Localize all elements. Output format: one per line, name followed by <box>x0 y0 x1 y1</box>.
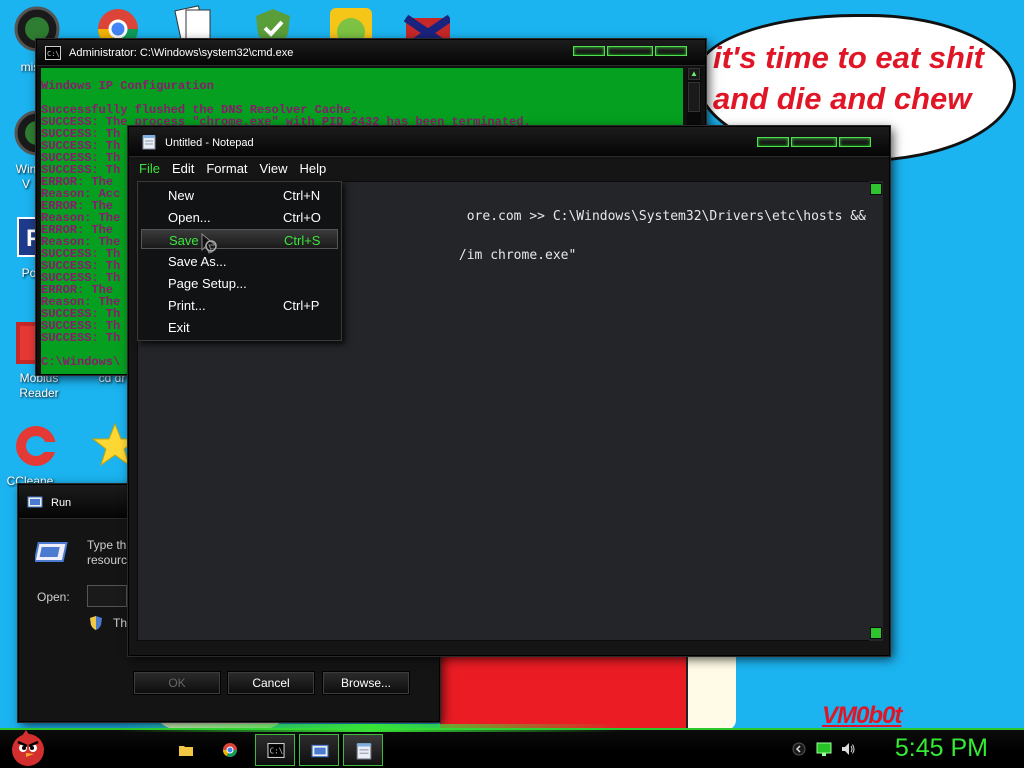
cmd-output-line: Windows IP Configuration <box>41 79 214 93</box>
wallpaper-red-block <box>440 650 690 730</box>
run-open-label: Open: <box>37 590 70 604</box>
chrome-icon <box>223 743 237 757</box>
minimize-button[interactable] <box>757 137 789 147</box>
menu-item-page-setup[interactable]: Page Setup... <box>141 273 338 293</box>
folder-icon <box>179 746 193 756</box>
taskbar-glow <box>120 724 620 732</box>
cmd-title: Administrator: C:\Windows\system32\cmd.e… <box>69 47 294 59</box>
menu-item-exit[interactable]: Exit <box>141 317 338 337</box>
desktop-icon-label: Mobius Reader <box>19 371 59 400</box>
chevron-icon[interactable] <box>792 742 806 756</box>
scroll-up-icon[interactable]: ▲ <box>688 68 700 80</box>
cmd-titlebar[interactable]: C:\ Administrator: C:\Windows\system32\c… <box>37 40 705 66</box>
menu-item-print[interactable]: Print... Ctrl+P <box>141 295 338 315</box>
run-program-icon <box>35 542 68 562</box>
maximize-button[interactable] <box>607 46 653 56</box>
run-prompt-line1: Type th <box>87 538 127 552</box>
taskbar-clock[interactable]: 5:45 PM <box>895 734 988 763</box>
ok-button[interactable]: OK <box>133 671 221 695</box>
notepad-icon <box>142 135 156 150</box>
close-button[interactable] <box>655 46 687 56</box>
taskbar-button-cmd[interactable]: C:\ <box>255 734 295 766</box>
taskbar-button-chrome[interactable] <box>210 734 250 766</box>
cursor-icon <box>201 232 217 254</box>
file-menu-dropdown: New Ctrl+N Open... Ctrl+O Save Ctrl+S Save … <box>137 181 342 341</box>
browse-button[interactable]: Browse... <box>322 671 410 695</box>
taskbar: C:\ 5:45 PM <box>0 724 1024 768</box>
taskbar-button-folder[interactable] <box>166 734 206 766</box>
scroll-thumb[interactable] <box>688 82 700 112</box>
wallpaper-cream-block <box>686 655 736 730</box>
notepad-icon <box>356 743 372 760</box>
minimize-button[interactable] <box>573 46 605 56</box>
run-open-input[interactable] <box>87 585 127 607</box>
wallpaper-signature: VM0b0t <box>822 702 902 729</box>
menu-item-new[interactable]: New Ctrl+N <box>141 185 338 205</box>
svg-text:C:\: C:\ <box>47 50 60 58</box>
run-title: Run <box>51 497 72 509</box>
menu-file[interactable]: File <box>133 159 166 179</box>
scroll-down-icon[interactable] <box>870 627 882 639</box>
menu-edit[interactable]: Edit <box>166 159 200 179</box>
angry-bird-icon[interactable] <box>8 728 48 768</box>
svg-text:C:\: C:\ <box>270 747 284 756</box>
speaker-icon[interactable] <box>840 741 856 757</box>
notepad-title: Untitled - Notepad <box>165 137 254 149</box>
cancel-button[interactable]: Cancel <box>227 671 315 695</box>
menu-item-save[interactable]: Save Ctrl+S <box>141 229 338 249</box>
run-icon <box>311 744 329 758</box>
run-admin-note: Th <box>113 616 128 630</box>
menu-view[interactable]: View <box>254 159 294 179</box>
run-icon <box>27 496 43 508</box>
notepad-menubar: File Edit Format View Help <box>133 159 332 179</box>
ccleaner-icon <box>16 426 58 466</box>
menu-item-save-as[interactable]: Save As... <box>141 251 338 271</box>
scroll-up-icon[interactable] <box>870 183 882 195</box>
menu-item-open[interactable]: Open... Ctrl+O <box>141 207 338 227</box>
taskbar-button-notepad[interactable] <box>343 734 383 766</box>
maximize-button[interactable] <box>791 137 837 147</box>
cmd-icon: C:\ <box>45 46 61 60</box>
monitor-icon[interactable] <box>816 741 832 757</box>
taskbar-button-run[interactable] <box>299 734 339 766</box>
notepad-titlebar[interactable]: Untitled - Notepad <box>129 127 889 157</box>
close-button[interactable] <box>839 137 871 147</box>
menu-format[interactable]: Format <box>200 159 253 179</box>
menu-help[interactable]: Help <box>293 159 332 179</box>
uac-shield-icon <box>90 616 102 630</box>
cmd-icon: C:\ <box>267 743 285 758</box>
notepad-scrollbar[interactable] <box>869 181 883 641</box>
run-prompt-line2: resourc <box>87 553 128 567</box>
